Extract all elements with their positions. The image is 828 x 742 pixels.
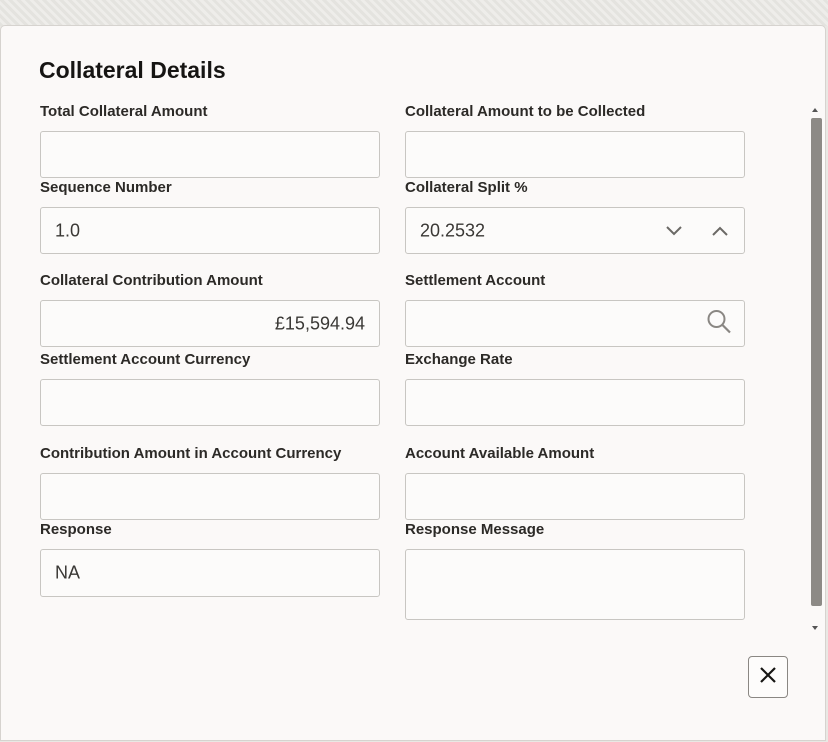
response-value: NA	[55, 563, 80, 584]
sequence-number-value: 1.0	[55, 220, 80, 241]
account-available-amount-label: Account Available Amount	[405, 445, 594, 462]
collateral-contribution-amount-label: Collateral Contribution Amount	[40, 272, 263, 289]
sequence-number-label: Sequence Number	[40, 179, 172, 196]
total-collateral-amount-field[interactable]	[40, 131, 380, 178]
collateral-amount-to-be-collected-label: Collateral Amount to be Collected	[405, 103, 645, 120]
background-page-strip	[0, 0, 828, 26]
chevron-up-icon[interactable]	[708, 219, 732, 243]
collateral-contribution-amount-field[interactable]: £15,594.94	[40, 300, 380, 347]
close-icon	[759, 666, 777, 689]
settlement-account-currency-label: Settlement Account Currency	[40, 351, 250, 368]
sequence-number-field[interactable]: 1.0	[40, 207, 380, 254]
settlement-account-field[interactable]	[405, 300, 745, 347]
scroll-up-arrow-icon[interactable]	[812, 108, 818, 112]
collateral-split-label: Collateral Split %	[405, 179, 528, 196]
vertical-scrollbar[interactable]	[810, 104, 824, 634]
settlement-account-currency-field[interactable]	[40, 379, 380, 426]
exchange-rate-label: Exchange Rate	[405, 351, 513, 368]
collateral-split-value: 20.2532	[420, 220, 485, 241]
chevron-down-icon[interactable]	[662, 219, 686, 243]
response-message-textarea[interactable]	[405, 549, 745, 620]
search-icon[interactable]	[706, 308, 732, 339]
collateral-split-stepper[interactable]: 20.2532	[405, 207, 745, 254]
response-field[interactable]: NA	[40, 549, 380, 597]
scroll-down-arrow-icon[interactable]	[812, 626, 818, 630]
response-label: Response	[40, 521, 112, 538]
total-collateral-amount-label: Total Collateral Amount	[40, 103, 208, 120]
collateral-amount-to-be-collected-field[interactable]	[405, 131, 745, 178]
scrollbar-thumb[interactable]	[811, 118, 822, 606]
contribution-amount-account-currency-field[interactable]	[40, 473, 380, 520]
settlement-account-label: Settlement Account	[405, 272, 545, 289]
dialog-title: Collateral Details	[39, 57, 226, 84]
exchange-rate-field[interactable]	[405, 379, 745, 426]
account-available-amount-field[interactable]	[405, 473, 745, 520]
contribution-amount-account-currency-label: Contribution Amount in Account Currency	[40, 445, 341, 462]
collateral-contribution-amount-value: £15,594.94	[275, 313, 365, 334]
response-message-label: Response Message	[405, 521, 544, 538]
close-button[interactable]	[748, 656, 788, 698]
